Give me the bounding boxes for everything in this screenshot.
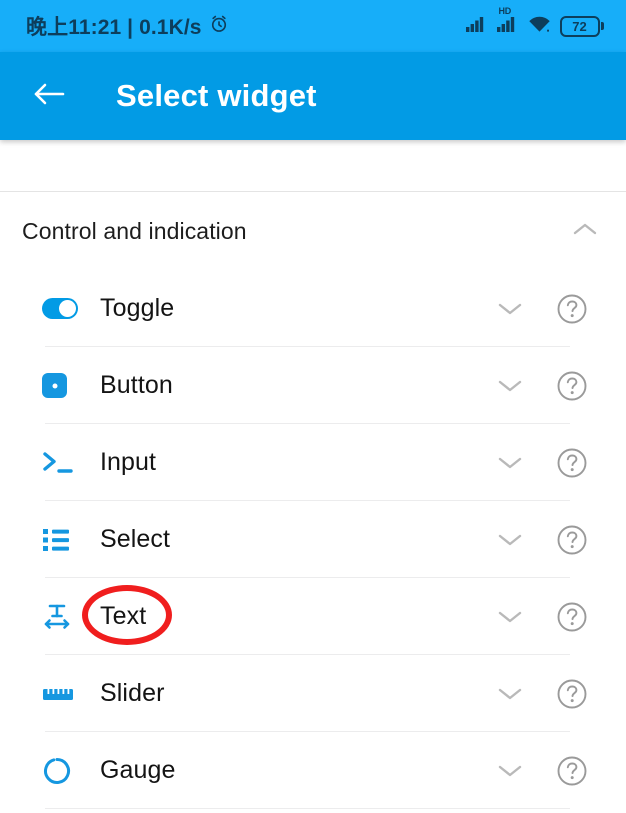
button-square-icon	[42, 373, 84, 398]
phone-screen: 晚上11:21 | 0.1K/s HD 72 Select widget Con…	[0, 0, 626, 813]
bulleted-list-icon	[42, 527, 84, 553]
text-width-icon	[42, 603, 84, 631]
widget-label: Select	[100, 525, 171, 553]
chevron-up-icon[interactable]	[572, 221, 598, 242]
question-mark-icon[interactable]	[546, 447, 598, 479]
widget-label: Text	[100, 602, 147, 630]
battery-body: 72	[559, 15, 600, 37]
chevron-down-icon[interactable]	[484, 532, 536, 548]
cellular-signal-icon	[465, 15, 488, 37]
widget-row-text[interactable]: Text	[0, 578, 626, 655]
widget-row-gauge[interactable]: Gauge	[0, 732, 626, 809]
battery-level-label: 72	[572, 18, 587, 34]
chevron-down-icon[interactable]	[484, 301, 536, 317]
widget-row-input[interactable]: Input	[0, 424, 626, 501]
widget-row-select[interactable]: Select	[0, 501, 626, 578]
battery-indicator: 72	[559, 15, 604, 37]
chevron-down-icon[interactable]	[484, 609, 536, 625]
question-mark-icon[interactable]	[546, 601, 598, 633]
battery-cap	[601, 22, 604, 30]
question-mark-icon[interactable]	[546, 755, 598, 787]
widget-label: Toggle	[100, 294, 175, 322]
alarm-clock-icon	[209, 14, 229, 39]
status-bar: 晚上11:21 | 0.1K/s HD 72	[0, 0, 626, 52]
status-time-and-network-speed: 晚上11:21 | 0.1K/s	[26, 16, 202, 39]
widget-label: Gauge	[100, 756, 176, 784]
cellular-signal-2-icon	[496, 15, 519, 37]
chevron-down-icon[interactable]	[484, 763, 536, 779]
back-arrow-icon	[32, 79, 66, 114]
chevron-down-icon[interactable]	[484, 455, 536, 471]
section-header-control-and-indication[interactable]: Control and indication	[0, 192, 626, 270]
question-mark-icon[interactable]	[546, 678, 598, 710]
hd-signal-group: HD	[496, 6, 519, 37]
widget-label: Button	[100, 371, 173, 399]
status-bar-left: 晚上11:21 | 0.1K/s	[26, 11, 229, 41]
page-title: Select widget	[116, 78, 317, 113]
widget-row-toggle[interactable]: Toggle	[0, 270, 626, 347]
hd-label: HD	[498, 6, 512, 16]
terminal-prompt-icon	[42, 450, 84, 476]
toggle-switch-icon	[42, 298, 84, 319]
widget-label: Input	[100, 448, 157, 476]
question-mark-icon[interactable]	[546, 370, 598, 402]
back-button[interactable]	[26, 73, 72, 119]
widget-label: Slider	[100, 679, 165, 707]
widget-list-content: Control and indication Toggle Button Inp…	[0, 140, 626, 809]
gauge-circle-icon	[42, 756, 84, 786]
wifi-icon	[528, 15, 551, 38]
question-mark-icon[interactable]	[546, 524, 598, 556]
chevron-down-icon[interactable]	[484, 686, 536, 702]
widget-row-slider[interactable]: Slider	[0, 655, 626, 732]
ruler-icon	[42, 684, 84, 704]
chevron-down-icon[interactable]	[484, 378, 536, 394]
question-mark-icon[interactable]	[546, 293, 598, 325]
widget-row-button[interactable]: Button	[0, 347, 626, 424]
content-top-spacer	[0, 140, 626, 192]
status-bar-right: HD 72	[465, 6, 604, 38]
section-title: Control and indication	[22, 217, 247, 244]
app-bar: Select widget	[0, 52, 626, 140]
